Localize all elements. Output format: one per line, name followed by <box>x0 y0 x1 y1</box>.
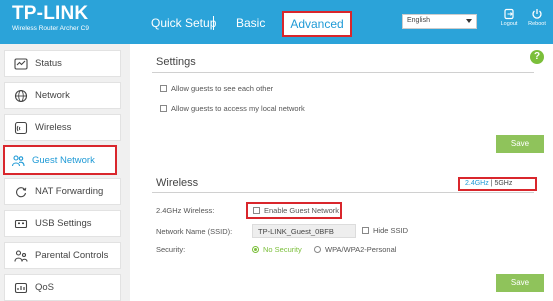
logout-button[interactable]: Logout <box>498 8 520 28</box>
logout-icon <box>504 8 514 20</box>
brand: TP-LINK Wireless Router Archer C9 <box>12 3 89 34</box>
allow-see-each-other-label: Allow guests to see each other <box>171 84 274 93</box>
allow-see-each-other-option[interactable]: Allow guests to see each other <box>160 84 273 93</box>
guest-network-icon <box>11 155 25 167</box>
hide-ssid-label: Hide SSID <box>373 226 409 235</box>
sidebar-item-qos[interactable]: QoS <box>4 274 121 301</box>
no-security-option[interactable]: No Security <box>252 245 302 254</box>
sidebar-item-label: Status <box>35 58 62 69</box>
enable-guest-network-label: Enable Guest Network <box>264 206 340 215</box>
sidebar-item-wireless[interactable]: Wireless <box>4 114 121 141</box>
wireless-section-title: Wireless <box>156 177 199 189</box>
brand-logo: TP-LINK <box>12 3 89 24</box>
language-value: English <box>407 17 430 24</box>
sidebar-item-label: QoS <box>35 282 55 293</box>
ssid-input[interactable]: TP-LINK_Guest_0BFB <box>252 224 356 238</box>
logout-label: Logout <box>500 21 518 27</box>
security-label: Security: <box>156 245 186 254</box>
nav-basic[interactable]: Basic <box>236 16 265 31</box>
status-icon <box>14 58 28 70</box>
wpa-option[interactable]: WPA/WPA2-Personal <box>314 245 396 254</box>
no-security-label: No Security <box>263 245 302 254</box>
usb-icon <box>14 219 28 229</box>
reboot-label: Reboot <box>528 21 546 27</box>
sidebar-item-usb-settings[interactable]: USB Settings <box>4 210 121 237</box>
wpa-radio[interactable] <box>314 246 321 253</box>
sidebar-item-label: NAT Forwarding <box>35 186 104 197</box>
tab-5ghz[interactable]: 5GHz <box>494 180 512 187</box>
sidebar-item-label: Wireless <box>35 122 72 133</box>
sidebar-item-parental-controls[interactable]: Parental Controls <box>4 242 121 269</box>
ssid-label: Network Name (SSID): <box>156 227 233 236</box>
sidebar-item-nat-forwarding[interactable]: NAT Forwarding <box>4 178 121 205</box>
sidebar-item-status[interactable]: Status <box>4 50 121 77</box>
enable-guest-network-checkbox[interactable] <box>253 207 260 214</box>
chevron-down-icon <box>466 19 472 23</box>
help-icon[interactable]: ? <box>530 50 544 64</box>
sidebar: Status Network Wireless Guest Network NA… <box>0 44 130 301</box>
wireless-icon <box>14 121 28 135</box>
wireless-save-button[interactable]: Save <box>496 274 544 292</box>
parental-controls-icon <box>14 250 28 262</box>
sidebar-item-label: Parental Controls <box>35 250 109 261</box>
allow-local-network-label: Allow guests to access my local network <box>171 104 305 113</box>
nav-advanced[interactable]: Advanced <box>282 11 352 37</box>
allow-local-network-checkbox[interactable] <box>160 105 167 112</box>
band-wireless-label: 2.4GHz Wireless: <box>156 206 215 215</box>
settings-divider <box>152 72 534 73</box>
settings-section-title: Settings <box>156 56 196 68</box>
router-model: Wireless Router Archer C9 <box>12 25 89 32</box>
no-security-radio[interactable] <box>252 246 259 253</box>
hide-ssid-checkbox[interactable] <box>362 227 369 234</box>
enable-guest-network-option[interactable]: Enable Guest Network <box>246 202 342 219</box>
nav-advanced-label: Advanced <box>290 17 344 31</box>
settings-save-button[interactable]: Save <box>496 135 544 153</box>
reboot-icon <box>532 9 542 19</box>
globe-icon <box>14 89 28 103</box>
sidebar-item-network[interactable]: Network <box>4 82 121 109</box>
sidebar-item-label: USB Settings <box>35 218 92 229</box>
qos-icon <box>14 282 28 294</box>
sidebar-item-label: Guest Network <box>32 155 95 166</box>
allow-local-network-option[interactable]: Allow guests to access my local network <box>160 104 305 113</box>
tab-2-4ghz[interactable]: 2.4GHz <box>465 180 489 187</box>
nav-divider <box>213 16 214 30</box>
band-tabs: 2.4GHz | 5GHz <box>458 177 537 191</box>
wpa-label: WPA/WPA2-Personal <box>325 245 397 254</box>
hide-ssid-option[interactable]: Hide SSID <box>362 226 408 235</box>
language-select[interactable]: English <box>402 14 477 29</box>
main-content: ? Settings Allow guests to see each othe… <box>138 44 553 301</box>
wireless-divider <box>152 192 534 193</box>
nav-quick-setup[interactable]: Quick Setup <box>151 16 216 31</box>
reboot-button[interactable]: Reboot <box>526 8 548 28</box>
top-header: TP-LINK Wireless Router Archer C9 Quick … <box>0 0 553 44</box>
allow-see-each-other-checkbox[interactable] <box>160 85 167 92</box>
sidebar-item-label: Network <box>35 90 70 101</box>
nat-forwarding-icon <box>16 187 27 198</box>
sidebar-item-guest-network[interactable]: Guest Network <box>3 145 117 175</box>
band-separator: | <box>490 180 493 187</box>
